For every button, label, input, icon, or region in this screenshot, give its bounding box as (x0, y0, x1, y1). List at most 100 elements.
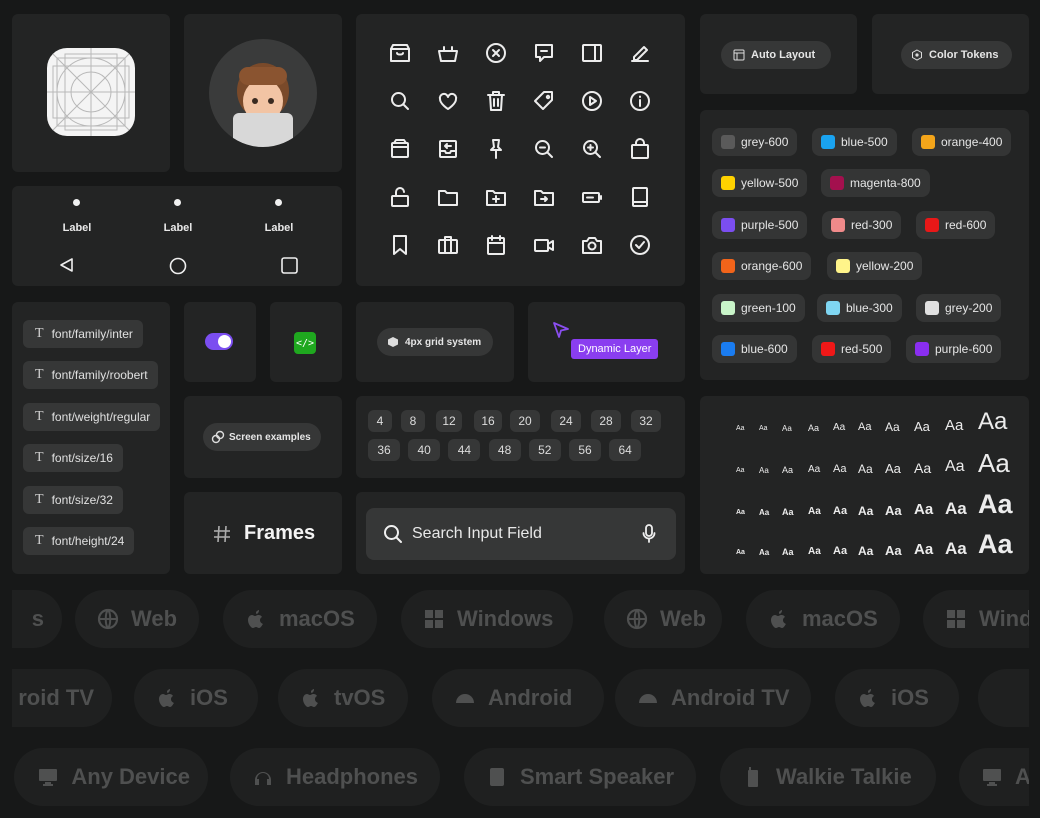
spacing-value[interactable]: 28 (591, 410, 621, 432)
auto-layout-button[interactable]: Auto Layout (721, 41, 832, 69)
grid-system-button[interactable]: 4px grid system (377, 328, 494, 356)
font-token-pill[interactable]: Tfont/family/inter (23, 320, 143, 348)
spacing-value[interactable]: 40 (408, 439, 441, 461)
x-circle-icon[interactable] (484, 41, 508, 65)
platform-chip[interactable]: macOS (746, 590, 900, 648)
trash-icon[interactable] (484, 89, 508, 113)
color-swatch-green-100[interactable]: green-100 (712, 293, 805, 322)
spacing-value[interactable]: 4 (368, 410, 392, 432)
color-tokens-button[interactable]: Color Tokens (901, 41, 1013, 69)
package-icon[interactable] (388, 137, 412, 161)
archive-box-icon[interactable] (388, 41, 412, 65)
font-token-pill[interactable]: Tfont/family/roobert (23, 361, 158, 390)
platform-chip[interactable]: Walkie Talkie (720, 748, 936, 806)
platform-chip[interactable] (978, 669, 1029, 727)
color-swatch-blue-500[interactable]: blue-500 (812, 128, 897, 156)
font-token-pill[interactable]: Tfont/size/16 (23, 444, 123, 473)
color-swatch-red-300[interactable]: red-300 (822, 210, 902, 239)
spacing-value[interactable]: 24 (551, 410, 581, 432)
sidebar-right-icon[interactable] (580, 41, 604, 65)
spacing-value[interactable]: 8 (401, 410, 425, 432)
spacing-value[interactable]: 32 (631, 410, 661, 432)
platform-chip[interactable]: roid TV (12, 669, 112, 727)
platform-chip[interactable]: Any Device (14, 748, 208, 806)
calendar-icon[interactable] (484, 233, 508, 257)
font-token-pill[interactable]: Tfont/weight/regular (23, 402, 161, 431)
platform-chip[interactable]: Headphones (230, 748, 440, 806)
platform-chip[interactable]: Android TV (615, 669, 811, 727)
color-swatch-red-600[interactable]: red-600 (916, 210, 996, 239)
nav-label-3[interactable]: Label (254, 222, 304, 234)
search-input[interactable]: Search Input Field (366, 508, 676, 560)
book-icon[interactable] (628, 185, 652, 209)
platform-chip[interactable]: s (12, 590, 62, 648)
toggle-switch[interactable] (205, 333, 233, 350)
recents-square-icon[interactable] (281, 257, 298, 274)
platform-chip[interactable]: Web (75, 590, 199, 648)
spacing-value[interactable]: 20 (510, 410, 540, 432)
spacing-value[interactable]: 56 (569, 439, 601, 461)
color-swatch-grey-200[interactable]: grey-200 (916, 293, 1002, 322)
platform-chip[interactable]: Android (432, 669, 604, 727)
back-triangle-icon[interactable] (59, 257, 75, 273)
unlock-icon[interactable] (388, 185, 412, 209)
spacing-value[interactable]: 36 (368, 439, 400, 461)
color-swatch-orange-600[interactable]: orange-600 (712, 252, 812, 281)
folder-icon[interactable] (436, 185, 460, 209)
camera-icon[interactable] (580, 233, 604, 257)
pencil-icon[interactable] (628, 41, 652, 65)
zoom-out-icon[interactable] (532, 137, 556, 161)
basket-icon[interactable] (436, 41, 460, 65)
nav-label-1[interactable]: Label (52, 222, 102, 234)
spacing-value[interactable]: 16 (474, 410, 502, 432)
color-swatch-yellow-200[interactable]: yellow-200 (827, 252, 923, 281)
folder-arrow-icon[interactable] (532, 185, 556, 209)
folder-plus-icon[interactable] (484, 185, 508, 209)
bookmark-icon[interactable] (388, 233, 412, 257)
platform-chip[interactable]: Wind (923, 590, 1029, 648)
color-swatch-magenta-800[interactable]: magenta-800 (821, 169, 930, 198)
color-swatch-purple-500[interactable]: purple-500 (712, 210, 808, 239)
battery-icon[interactable] (580, 185, 604, 209)
play-circle-icon[interactable] (580, 89, 604, 113)
color-swatch-red-500[interactable]: red-500 (812, 335, 892, 363)
platform-chip[interactable]: iOS (835, 669, 959, 727)
zoom-in-icon[interactable] (580, 137, 604, 161)
spacing-value[interactable]: 44 (448, 439, 481, 461)
color-swatch-grey-600[interactable]: grey-600 (712, 128, 798, 156)
heart-icon[interactable] (436, 89, 460, 113)
video-icon[interactable] (532, 233, 556, 257)
spacing-value[interactable]: 64 (609, 439, 642, 461)
pin-icon[interactable] (484, 137, 508, 161)
screen-examples-button[interactable]: Screen examples (203, 423, 321, 451)
briefcase-icon[interactable] (436, 233, 460, 257)
platform-chip[interactable]: A (959, 748, 1029, 806)
color-swatch-blue-600[interactable]: blue-600 (712, 335, 797, 363)
font-token-pill[interactable]: Tfont/size/32 (23, 485, 123, 514)
color-swatch-orange-400[interactable]: orange-400 (912, 128, 1012, 156)
platform-chip[interactable]: tvOS (278, 669, 408, 727)
spacing-value[interactable]: 52 (528, 439, 561, 461)
message-square-icon[interactable] (532, 41, 556, 65)
dynamic-layer-tag[interactable]: Dynamic Layer (571, 339, 659, 359)
platform-chip[interactable]: Web (604, 590, 722, 648)
tag-icon[interactable] (532, 89, 556, 113)
spacing-value[interactable]: 48 (488, 439, 521, 461)
info-circle-icon[interactable] (628, 89, 652, 113)
color-swatch-yellow-500[interactable]: yellow-500 (712, 169, 808, 198)
color-swatch-blue-300[interactable]: blue-300 (817, 293, 902, 322)
search-icon[interactable] (388, 89, 412, 113)
platform-chip[interactable]: Smart Speaker (464, 748, 696, 806)
inbox-return-icon[interactable] (436, 137, 460, 161)
platform-chip[interactable]: macOS (223, 590, 377, 648)
spacing-value[interactable]: 12 (436, 410, 462, 432)
check-circle-icon[interactable] (628, 233, 652, 257)
microphone-icon[interactable] (642, 524, 656, 544)
shopping-bag-icon[interactable] (628, 137, 652, 161)
nav-label-2[interactable]: Label (153, 222, 203, 234)
platform-chip[interactable]: Windows (401, 590, 573, 648)
color-swatch-purple-600[interactable]: purple-600 (906, 335, 1002, 363)
font-token-pill[interactable]: Tfont/height/24 (23, 527, 135, 555)
platform-chip[interactable]: iOS (134, 669, 258, 727)
home-circle-icon[interactable] (169, 257, 187, 275)
